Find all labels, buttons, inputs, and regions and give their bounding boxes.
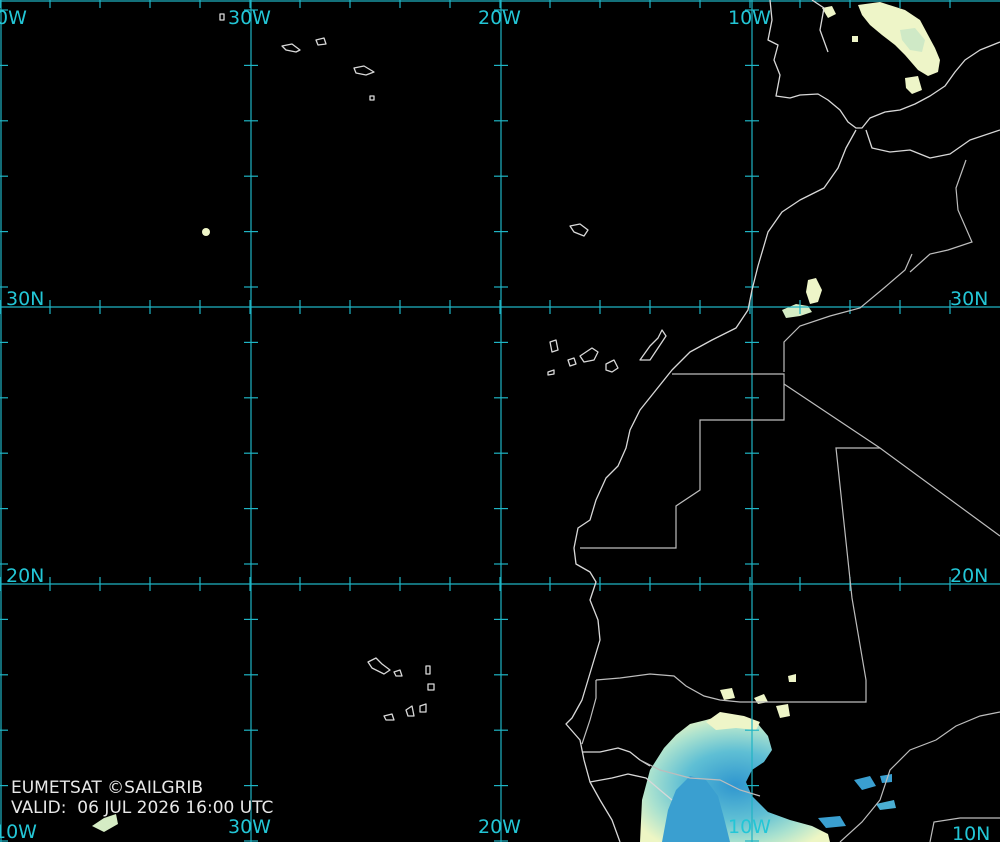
madeira bbox=[569, 223, 589, 237]
border-western-sahara bbox=[580, 373, 785, 549]
cloud-speck-atlantic bbox=[202, 228, 210, 236]
cloud-patch-iberia-5 bbox=[852, 36, 858, 42]
lat-label-left-20n: 20N bbox=[6, 565, 44, 587]
grid-ticks bbox=[0, 0, 951, 842]
canary-islands-3 bbox=[579, 347, 599, 363]
lon-label-top-30w: 30W bbox=[228, 7, 271, 29]
credit-label: EUMETSAT ©SAILGRIB bbox=[11, 778, 204, 798]
cape-verde-2 bbox=[393, 669, 403, 677]
lat-label-bottom-right: 10N bbox=[952, 823, 990, 842]
satellite-map: 0W 30W 20W 10W 30N 20N 30N 20N 10W 30W 2… bbox=[0, 0, 1000, 842]
azores-4 bbox=[219, 13, 225, 21]
coast-mediterranean-africa bbox=[865, 129, 1000, 159]
lon-label-top-10w: 10W bbox=[728, 7, 771, 29]
canary-islands-1 bbox=[549, 339, 559, 353]
coast-gambia bbox=[582, 747, 651, 767]
canary-islands-2 bbox=[567, 357, 577, 367]
grid-labels: 0W 30W 20W 10W 30N 20N 30N 20N 10W 30W 2… bbox=[0, 7, 990, 842]
canary-islands-4 bbox=[605, 359, 619, 373]
cloud-patch-iberia bbox=[858, 2, 940, 76]
lat-lon-grid bbox=[0, 0, 1000, 842]
lon-label-bottom-20w: 20W bbox=[478, 816, 521, 838]
azores-5 bbox=[369, 95, 375, 101]
cape-verde-3 bbox=[425, 665, 431, 675]
cape-verde-4 bbox=[427, 683, 435, 691]
azores-3 bbox=[353, 65, 375, 76]
valid-prefix: VALID: bbox=[11, 798, 67, 818]
lat-label-left-30n: 30N bbox=[6, 288, 44, 310]
cloud-patch-sahel-4 bbox=[776, 704, 790, 718]
cloud-patch-sahel-1 bbox=[720, 688, 735, 700]
cloud-patch-iberia-4 bbox=[905, 76, 922, 94]
lat-label-right-30n: 30N bbox=[950, 288, 988, 310]
cape-verde-7 bbox=[419, 703, 427, 713]
lat-label-right-20n: 20N bbox=[950, 565, 988, 587]
lon-label-top-20w: 20W bbox=[478, 7, 521, 29]
cloud-patch-atlas bbox=[806, 278, 822, 304]
canary-islands-5 bbox=[639, 329, 667, 361]
canary-islands-6 bbox=[547, 369, 555, 376]
border-morocco-algeria bbox=[909, 159, 973, 273]
azores-1 bbox=[281, 43, 301, 53]
border-mauritania-mali bbox=[595, 447, 880, 703]
coastlines bbox=[219, 0, 1000, 842]
cloud-patch-sahel-3 bbox=[788, 674, 796, 682]
valid-time-label: VALID: 06 JUL 2026 16:00 UTC bbox=[11, 799, 273, 818]
cape-verde-5 bbox=[383, 713, 395, 721]
map-canvas: 0W 30W 20W 10W 30N 20N 30N 20N 10W 30W 2… bbox=[0, 0, 1000, 842]
lon-label-bottom-30w: 30W bbox=[228, 816, 271, 838]
cape-verde-6 bbox=[405, 705, 415, 717]
lon-label-bottom-0: 10W bbox=[0, 821, 37, 842]
cloud-patch-atlas-2 bbox=[782, 304, 812, 318]
lon-label-top-0: 0W bbox=[0, 7, 27, 29]
borders bbox=[580, 159, 1000, 842]
cloud-cover bbox=[92, 2, 940, 842]
azores-2 bbox=[315, 37, 327, 46]
lon-label-bottom-10w: 10W bbox=[728, 816, 771, 838]
cloud-patch-east-1 bbox=[854, 776, 876, 790]
cloud-patch-east-4 bbox=[818, 816, 846, 828]
valid-time: 06 JUL 2026 16:00 UTC bbox=[77, 798, 274, 818]
border-senegal-mali bbox=[581, 680, 597, 745]
cape-verde-1 bbox=[367, 657, 391, 675]
border-mauritania-algeria bbox=[783, 383, 1000, 537]
